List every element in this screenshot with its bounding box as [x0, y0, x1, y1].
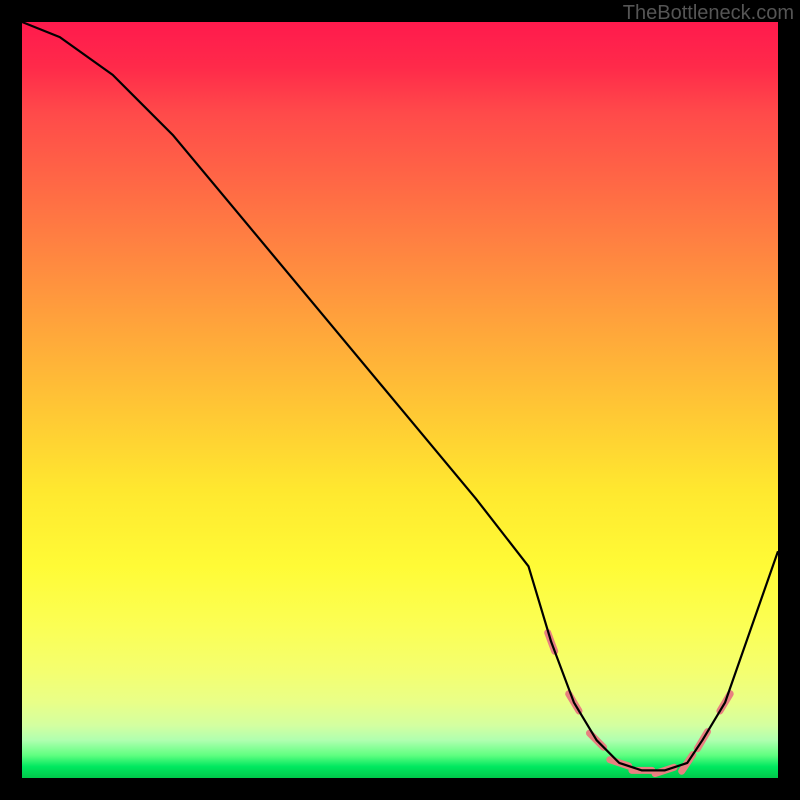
curve-layer	[22, 22, 778, 778]
watermark-label: TheBottleneck.com	[623, 2, 794, 25]
bottleneck-chart	[22, 22, 778, 778]
bottleneck-curve-path	[22, 22, 778, 770]
